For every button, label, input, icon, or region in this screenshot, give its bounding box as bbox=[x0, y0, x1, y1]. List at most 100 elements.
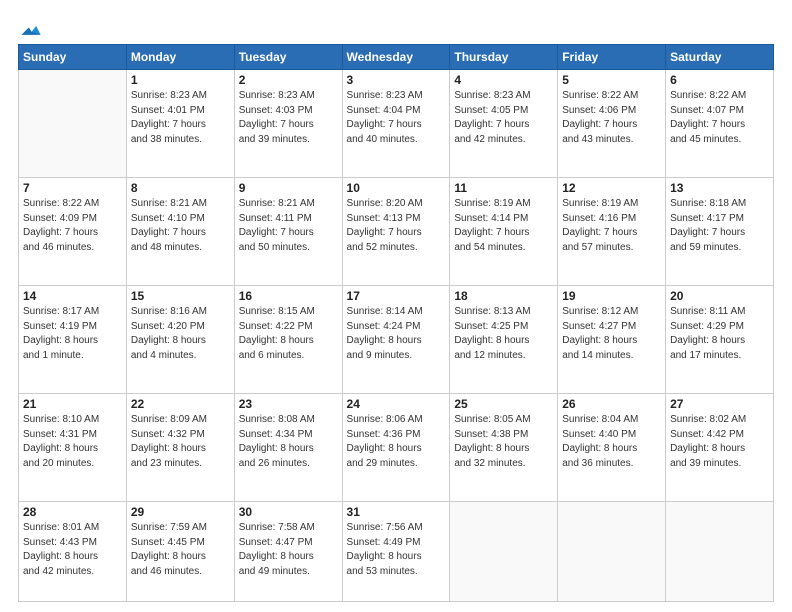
day-number: 17 bbox=[347, 289, 446, 303]
cell-line: Sunset: 4:20 PM bbox=[131, 320, 230, 335]
cell-line: Sunset: 4:43 PM bbox=[23, 536, 122, 551]
cell-line: and 4 minutes. bbox=[131, 349, 230, 364]
day-number: 15 bbox=[131, 289, 230, 303]
calendar-cell: 16Sunrise: 8:15 AMSunset: 4:22 PMDayligh… bbox=[234, 286, 342, 394]
day-number: 26 bbox=[562, 397, 661, 411]
calendar-cell: 22Sunrise: 8:09 AMSunset: 4:32 PMDayligh… bbox=[126, 394, 234, 502]
day-number: 31 bbox=[347, 505, 446, 519]
calendar-cell: 25Sunrise: 8:05 AMSunset: 4:38 PMDayligh… bbox=[450, 394, 558, 502]
day-number: 27 bbox=[670, 397, 769, 411]
cell-line: and 23 minutes. bbox=[131, 457, 230, 472]
cell-content: Sunrise: 8:05 AMSunset: 4:38 PMDaylight:… bbox=[454, 413, 553, 471]
day-number: 29 bbox=[131, 505, 230, 519]
cell-line: and 52 minutes. bbox=[347, 241, 446, 256]
cell-content: Sunrise: 8:11 AMSunset: 4:29 PMDaylight:… bbox=[670, 305, 769, 363]
cell-content: Sunrise: 8:21 AMSunset: 4:10 PMDaylight:… bbox=[131, 197, 230, 255]
cell-line: and 46 minutes. bbox=[131, 565, 230, 580]
cell-content: Sunrise: 8:13 AMSunset: 4:25 PMDaylight:… bbox=[454, 305, 553, 363]
calendar-header-thursday: Thursday bbox=[450, 45, 558, 70]
cell-content: Sunrise: 8:19 AMSunset: 4:16 PMDaylight:… bbox=[562, 197, 661, 255]
cell-content: Sunrise: 8:23 AMSunset: 4:05 PMDaylight:… bbox=[454, 89, 553, 147]
cell-content: Sunrise: 7:58 AMSunset: 4:47 PMDaylight:… bbox=[239, 521, 338, 579]
cell-line: Sunrise: 8:08 AM bbox=[239, 413, 338, 428]
cell-line: Daylight: 8 hours bbox=[23, 550, 122, 565]
cell-line: Daylight: 8 hours bbox=[347, 550, 446, 565]
day-number: 14 bbox=[23, 289, 122, 303]
cell-line: and 6 minutes. bbox=[239, 349, 338, 364]
calendar-cell bbox=[450, 502, 558, 602]
cell-line: Daylight: 7 hours bbox=[239, 118, 338, 133]
cell-line: and 42 minutes. bbox=[454, 133, 553, 148]
cell-line: and 50 minutes. bbox=[239, 241, 338, 256]
calendar-header-row: SundayMondayTuesdayWednesdayThursdayFrid… bbox=[19, 45, 774, 70]
cell-line: and 53 minutes. bbox=[347, 565, 446, 580]
cell-line: Sunset: 4:14 PM bbox=[454, 212, 553, 227]
cell-line: Sunrise: 8:22 AM bbox=[562, 89, 661, 104]
cell-line: Sunrise: 8:21 AM bbox=[131, 197, 230, 212]
day-number: 20 bbox=[670, 289, 769, 303]
cell-line: Sunrise: 8:19 AM bbox=[562, 197, 661, 212]
calendar-cell: 7 Sunrise: 8:22 AMSunset: 4:09 PMDaylight… bbox=[19, 178, 127, 286]
day-number: 7 bbox=[23, 181, 122, 195]
cell-line: Daylight: 8 hours bbox=[239, 550, 338, 565]
cell-line: and 46 minutes. bbox=[23, 241, 122, 256]
cell-line: Daylight: 7 hours bbox=[562, 118, 661, 133]
cell-line: Sunset: 4:13 PM bbox=[347, 212, 446, 227]
cell-line: Daylight: 8 hours bbox=[670, 442, 769, 457]
day-number: 28 bbox=[23, 505, 122, 519]
cell-line: and 54 minutes. bbox=[454, 241, 553, 256]
cell-line: Daylight: 8 hours bbox=[131, 550, 230, 565]
cell-content: Sunrise: 8:16 AMSunset: 4:20 PMDaylight:… bbox=[131, 305, 230, 363]
cell-line: Daylight: 7 hours bbox=[670, 226, 769, 241]
cell-line: Sunset: 4:27 PM bbox=[562, 320, 661, 335]
cell-line: and 48 minutes. bbox=[131, 241, 230, 256]
cell-line: Daylight: 7 hours bbox=[454, 118, 553, 133]
cell-line: Daylight: 7 hours bbox=[239, 226, 338, 241]
cell-line: Sunrise: 8:12 AM bbox=[562, 305, 661, 320]
calendar-cell: 31Sunrise: 7:56 AMSunset: 4:49 PMDayligh… bbox=[342, 502, 450, 602]
cell-content: Sunrise: 8:06 AMSunset: 4:36 PMDaylight:… bbox=[347, 413, 446, 471]
cell-content: Sunrise: 8:22 AMSunset: 4:09 PMDaylight:… bbox=[23, 197, 122, 255]
cell-line: Daylight: 7 hours bbox=[562, 226, 661, 241]
cell-line: and 12 minutes. bbox=[454, 349, 553, 364]
day-number: 16 bbox=[239, 289, 338, 303]
cell-line: Sunset: 4:22 PM bbox=[239, 320, 338, 335]
calendar-cell: 9Sunrise: 8:21 AMSunset: 4:11 PMDaylight… bbox=[234, 178, 342, 286]
cell-line: and 38 minutes. bbox=[131, 133, 230, 148]
cell-line: and 39 minutes. bbox=[670, 457, 769, 472]
calendar-header-tuesday: Tuesday bbox=[234, 45, 342, 70]
cell-line: Daylight: 7 hours bbox=[454, 226, 553, 241]
cell-line: Sunrise: 8:02 AM bbox=[670, 413, 769, 428]
cell-line: Sunrise: 8:04 AM bbox=[562, 413, 661, 428]
cell-line: Sunset: 4:47 PM bbox=[239, 536, 338, 551]
cell-line: Sunset: 4:42 PM bbox=[670, 428, 769, 443]
cell-line: Sunset: 4:03 PM bbox=[239, 104, 338, 119]
cell-line: Sunrise: 7:58 AM bbox=[239, 521, 338, 536]
calendar-cell: 12Sunrise: 8:19 AMSunset: 4:16 PMDayligh… bbox=[558, 178, 666, 286]
calendar-cell: 17Sunrise: 8:14 AMSunset: 4:24 PMDayligh… bbox=[342, 286, 450, 394]
cell-line: and 32 minutes. bbox=[454, 457, 553, 472]
cell-line: Daylight: 8 hours bbox=[347, 442, 446, 457]
calendar-cell: 1Sunrise: 8:23 AMSunset: 4:01 PMDaylight… bbox=[126, 70, 234, 178]
cell-content: Sunrise: 8:23 AMSunset: 4:04 PMDaylight:… bbox=[347, 89, 446, 147]
cell-line: Sunrise: 8:09 AM bbox=[131, 413, 230, 428]
calendar-header-sunday: Sunday bbox=[19, 45, 127, 70]
day-number: 9 bbox=[239, 181, 338, 195]
cell-line: Sunrise: 8:11 AM bbox=[670, 305, 769, 320]
day-number: 11 bbox=[454, 181, 553, 195]
cell-line: and 36 minutes. bbox=[562, 457, 661, 472]
cell-line: Sunset: 4:24 PM bbox=[347, 320, 446, 335]
logo-icon bbox=[20, 18, 42, 40]
day-number: 13 bbox=[670, 181, 769, 195]
day-number: 4 bbox=[454, 73, 553, 87]
calendar-header-saturday: Saturday bbox=[666, 45, 774, 70]
cell-line: Sunset: 4:36 PM bbox=[347, 428, 446, 443]
calendar-week-5: 28Sunrise: 8:01 AMSunset: 4:43 PMDayligh… bbox=[19, 502, 774, 602]
cell-line: Sunrise: 8:17 AM bbox=[23, 305, 122, 320]
cell-line: Sunrise: 8:23 AM bbox=[347, 89, 446, 104]
cell-line: Daylight: 8 hours bbox=[23, 442, 122, 457]
calendar-cell: 13Sunrise: 8:18 AMSunset: 4:17 PMDayligh… bbox=[666, 178, 774, 286]
calendar-cell: 3Sunrise: 8:23 AMSunset: 4:04 PMDaylight… bbox=[342, 70, 450, 178]
cell-content: Sunrise: 8:10 AMSunset: 4:31 PMDaylight:… bbox=[23, 413, 122, 471]
cell-line: and 9 minutes. bbox=[347, 349, 446, 364]
